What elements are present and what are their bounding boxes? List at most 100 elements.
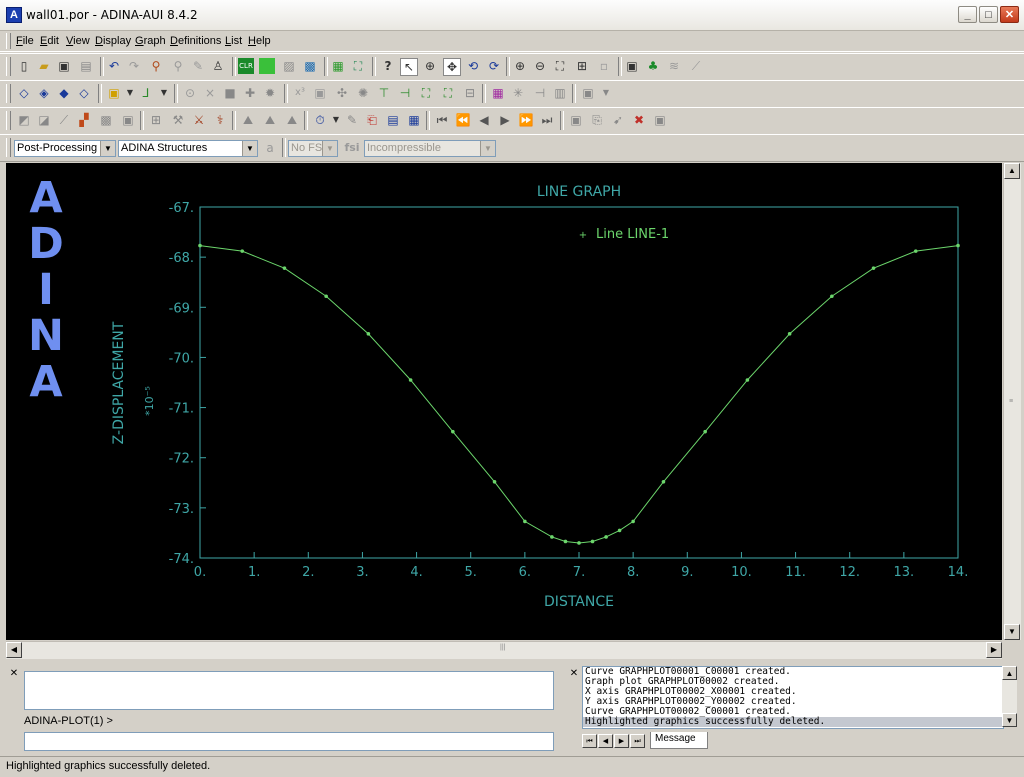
gear-icon[interactable]: ✹ — [262, 85, 278, 101]
last-tab-icon[interactable]: ⏭ — [630, 734, 645, 748]
fit-view-icon[interactable]: ⊞ — [574, 58, 590, 74]
chevron-down-icon[interactable]: ▼ — [100, 141, 115, 156]
graphics-window[interactable]: A D I N A LINE GRAPH DISTANCE Z-DISPLACEME… — [6, 163, 1002, 640]
next-step-icon[interactable]: ▶ — [497, 112, 513, 128]
app-icon[interactable]: A — [6, 7, 22, 23]
fast-forward-icon[interactable]: ⏩ — [518, 112, 534, 128]
command-input[interactable] — [24, 732, 554, 751]
scroll-up-icon[interactable]: ▲ — [1004, 163, 1020, 179]
query-icon[interactable]: ⊕ — [422, 58, 438, 74]
redo-icon[interactable]: ↷ — [126, 58, 142, 74]
stress-icon[interactable]: ⚔ — [191, 112, 207, 128]
menu-display[interactable]: Display — [95, 35, 131, 47]
fsi-select[interactable]: No FSI ▼ — [288, 140, 338, 157]
contour-icon[interactable]: ▩ — [98, 112, 114, 128]
zoom-in-icon[interactable]: ⊕ — [512, 58, 528, 74]
view-side-icon[interactable]: ◆ — [56, 85, 72, 101]
menubar-grip[interactable] — [6, 33, 11, 49]
result-table-icon[interactable]: ▣ — [120, 112, 136, 128]
regenerate-icon[interactable] — [259, 58, 275, 74]
element-group-icon[interactable]: ▦ — [330, 58, 346, 74]
window-title-bar[interactable]: A wall01.por - ADINA-AUI 8.4.2 _ □ ✕ — [0, 0, 1024, 31]
chevron-down-icon[interactable]: ▼ — [242, 141, 257, 156]
zoom-box-icon[interactable]: ⛶ — [552, 58, 568, 74]
clock-icon[interactable]: ⏱ — [312, 112, 328, 128]
book-icon[interactable]: ⎗ — [364, 112, 380, 128]
message-scrollbar[interactable]: ▲ ▼ — [1002, 666, 1017, 727]
plus-icon[interactable]: ✚ — [242, 85, 258, 101]
menu-file[interactable]: File — [16, 35, 34, 47]
tab-message[interactable]: Message — [650, 732, 708, 749]
close-icon[interactable]: ✕ — [568, 668, 580, 680]
chevron-down-icon[interactable]: ▼ — [328, 112, 344, 128]
original-icon[interactable]: ◪ — [36, 112, 52, 128]
node-icon[interactable]: ✣ — [334, 85, 350, 101]
screenshot-icon[interactable]: ▣ — [624, 58, 640, 74]
mesh-plot-icon[interactable]: ▨ — [281, 58, 297, 74]
menu-view[interactable]: View — [66, 35, 90, 47]
help-icon[interactable]: ? — [380, 58, 396, 74]
probe-icon[interactable]: ➹ — [610, 112, 626, 128]
reaction-icon[interactable]: ⚒ — [170, 112, 186, 128]
model-tree-icon[interactable]: ♣ — [645, 58, 661, 74]
rotate-icon[interactable]: ⟲ — [465, 58, 481, 74]
view-front-icon[interactable]: ◈ — [36, 85, 52, 101]
edit-list-icon[interactable]: ✎ — [344, 112, 360, 128]
scroll-right-icon[interactable]: ▶ — [986, 642, 1002, 658]
strain-icon[interactable]: ⚕ — [212, 112, 228, 128]
scroll-grip[interactable]: ≡ — [1009, 398, 1013, 405]
chevron-down-icon[interactable]: ▼ — [480, 141, 495, 156]
scroll-left-icon[interactable]: ◀ — [6, 642, 22, 658]
surface-icon[interactable]: ⛰ — [284, 112, 300, 128]
grid-icon[interactable]: ⊞ — [148, 112, 164, 128]
select-pointer-icon[interactable]: ↖ — [400, 58, 418, 76]
scroll-grip[interactable]: ||| — [500, 644, 505, 651]
toolbar-grip[interactable] — [6, 57, 11, 76]
program-select[interactable]: ADINA Structures ▼ — [118, 140, 258, 157]
deformed-icon[interactable]: ◩ — [16, 112, 32, 128]
text-icon[interactable]: a — [262, 140, 278, 156]
toolbar-grip[interactable] — [6, 84, 11, 103]
fsi-icon[interactable]: fsi — [342, 140, 362, 156]
chevron-down-icon[interactable]: ▼ — [156, 85, 172, 101]
band-icon[interactable]: ▞ — [76, 112, 92, 128]
view-top-icon[interactable]: ◇ — [76, 85, 92, 101]
graphics-vertical-scrollbar[interactable]: ▲ ≡ ▼ — [1003, 163, 1021, 640]
rigid-link-icon[interactable]: ⛶ — [440, 85, 456, 101]
new-file-icon[interactable]: ▯ — [16, 58, 32, 74]
load-icon[interactable]: ⊣ — [397, 85, 413, 101]
clipboard-icon[interactable]: ▣ — [652, 112, 668, 128]
rewind-icon[interactable]: ⏪ — [455, 112, 471, 128]
coordinate-icon[interactable]: x³ — [292, 85, 308, 101]
solid-icon[interactable]: ■ — [222, 85, 238, 101]
prev-tab-icon[interactable]: ◀ — [598, 734, 613, 748]
palette-icon[interactable]: ▦ — [490, 85, 506, 101]
scroll-down-icon[interactable]: ▼ — [1004, 624, 1020, 640]
chevron-down-icon[interactable]: ▼ — [322, 141, 337, 156]
menu-definitions[interactable]: Definitions — [170, 35, 221, 47]
table-icon[interactable]: ▤ — [385, 112, 401, 128]
graphics-horizontal-scrollbar[interactable]: ◀ ||| ▶ — [6, 641, 1002, 659]
spark-icon[interactable]: ✳ — [510, 85, 526, 101]
vector-icon[interactable]: ⟋ — [56, 112, 72, 128]
save-view-icon[interactable]: ▣ — [312, 85, 328, 101]
minimize-button[interactable]: _ — [958, 6, 977, 23]
color-dropdown-icon[interactable]: ▣ — [106, 85, 122, 101]
menu-graph[interactable]: Graph — [135, 35, 166, 47]
cross-icon[interactable]: × — [202, 85, 218, 101]
mountain-icon[interactable]: ⛰ — [240, 112, 256, 128]
maximize-button[interactable]: □ — [979, 6, 998, 23]
scroll-up-icon[interactable]: ▲ — [1002, 666, 1017, 680]
element-icon[interactable]: ✺ — [355, 85, 371, 101]
command-history[interactable] — [24, 671, 554, 710]
toolbar-grip[interactable] — [6, 111, 11, 130]
point-icon[interactable]: ⊙ — [182, 85, 198, 101]
lamp-icon[interactable]: ⚲ — [170, 58, 186, 74]
pencil-icon[interactable]: ✎ — [190, 58, 206, 74]
section-icon[interactable]: ▥ — [552, 85, 568, 101]
shrink-icon[interactable]: ≋ — [666, 58, 682, 74]
measure-icon[interactable]: ⟋ — [688, 58, 704, 74]
list-icon[interactable]: ▦ — [406, 112, 422, 128]
undo-icon[interactable]: ↶ — [106, 58, 122, 74]
zoom-out-icon[interactable]: ⊖ — [532, 58, 548, 74]
